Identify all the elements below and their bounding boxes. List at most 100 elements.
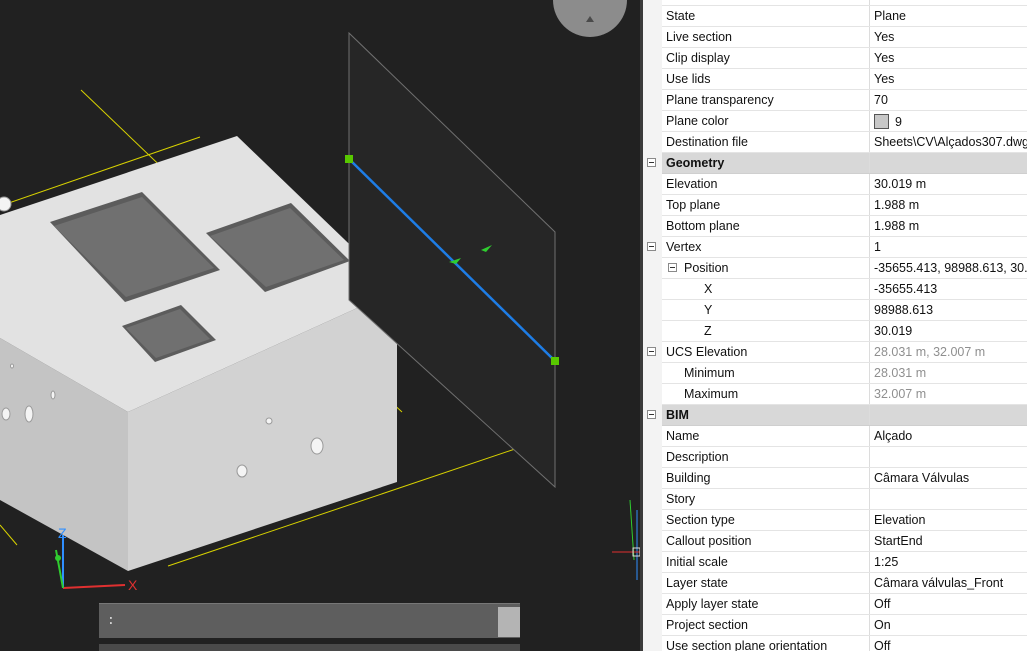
property-value[interactable]: StartEnd — [869, 530, 1027, 552]
property-value[interactable]: 28.031 m — [869, 362, 1027, 384]
property-value[interactable]: 1 — [869, 236, 1027, 258]
property-value[interactable]: Yes — [869, 47, 1027, 69]
property-value[interactable]: On — [869, 614, 1027, 636]
property-row-project-section[interactable]: Project section On — [643, 614, 1027, 636]
property-value-text: 1:25 — [874, 555, 899, 569]
property-row-initial-scale[interactable]: Initial scale 1:25 — [643, 551, 1027, 573]
row-gutter — [643, 425, 662, 447]
property-value[interactable]: 28.031 m, 32.007 m — [869, 341, 1027, 363]
property-row-section-type[interactable]: Section type Elevation — [643, 509, 1027, 531]
property-value-text: Câmara Válvulas — [874, 471, 970, 485]
command-history-bar — [99, 644, 520, 651]
property-row-state[interactable]: State Plane — [643, 5, 1027, 27]
property-value-text: 1 — [874, 240, 881, 254]
property-value[interactable]: Câmara Válvulas — [869, 467, 1027, 489]
property-value[interactable]: -35655.413 — [869, 278, 1027, 300]
property-value[interactable]: 1.988 m — [869, 215, 1027, 237]
property-value[interactable]: Yes — [869, 26, 1027, 48]
grip-end[interactable] — [551, 357, 559, 365]
property-value[interactable]: Alçado — [869, 425, 1027, 447]
property-name: Live section — [662, 26, 870, 48]
property-name: X — [662, 278, 870, 300]
property-value[interactable]: 1.988 m — [869, 194, 1027, 216]
property-value[interactable]: 1:25 — [869, 551, 1027, 573]
category-bim[interactable]: BIM — [643, 404, 1027, 426]
row-gutter — [643, 131, 662, 153]
property-value[interactable] — [869, 446, 1027, 468]
property-name-text: Position — [684, 261, 729, 275]
property-value-text: -35655.413, 98988.613, 30.019 — [874, 261, 1027, 275]
category-geometry[interactable]: Geometry — [643, 152, 1027, 174]
property-row-z[interactable]: Z 30.019 — [643, 320, 1027, 342]
property-value[interactable]: Câmara válvulas_Front — [869, 572, 1027, 594]
property-row-layer-state[interactable]: Layer state Câmara válvulas_Front — [643, 572, 1027, 594]
property-value[interactable]: Plane — [869, 5, 1027, 27]
command-line-scrollbar[interactable] — [498, 607, 520, 637]
property-row-description[interactable]: Description — [643, 446, 1027, 468]
property-value-text: 1.988 m — [874, 198, 920, 212]
property-value[interactable]: Sheets\CV\Alçados307.dwg — [869, 131, 1027, 153]
property-row-top-plane[interactable]: Top plane 1.988 m — [643, 194, 1027, 216]
grip-start[interactable] — [345, 155, 353, 163]
property-row-plane-transparency[interactable]: Plane transparency 70 — [643, 89, 1027, 111]
property-row-apply-layer-state[interactable]: Apply layer state Off — [643, 593, 1027, 615]
property-row-use-section-plane-orientation[interactable]: Use section plane orientation Off — [643, 635, 1027, 651]
property-name-text: X — [704, 282, 713, 296]
property-row-destination-file[interactable]: Destination file Sheets\CV\Alçados307.dwg — [643, 131, 1027, 153]
property-row-name[interactable]: Name Alçado — [643, 425, 1027, 447]
property-row-ucs-elevation[interactable]: UCS Elevation 28.031 m, 32.007 m — [643, 341, 1027, 363]
property-value[interactable]: Yes — [869, 68, 1027, 90]
property-value[interactable]: 70 — [869, 89, 1027, 111]
property-value[interactable] — [869, 488, 1027, 510]
property-value[interactable]: -35655.413, 98988.613, 30.019 — [869, 257, 1027, 279]
model-scene[interactable]: X Z — [0, 0, 640, 651]
property-name-text: Building — [666, 471, 711, 485]
property-row-live-section[interactable]: Live section Yes — [643, 26, 1027, 48]
property-row-building[interactable]: Building Câmara Válvulas — [643, 467, 1027, 489]
property-value[interactable]: 32.007 m — [869, 383, 1027, 405]
collapse-toggle-icon[interactable] — [647, 242, 656, 251]
axis-z-label: Z — [58, 525, 67, 541]
property-name: Apply layer state — [662, 593, 870, 615]
property-row-y[interactable]: Y 98988.613 — [643, 299, 1027, 321]
property-name: Position — [662, 257, 870, 279]
property-value[interactable]: Elevation — [869, 509, 1027, 531]
property-value[interactable]: 9 — [869, 110, 1027, 132]
drawing-viewport[interactable]: X Z : — [0, 0, 640, 651]
property-row-plane-color[interactable]: Plane color 9 — [643, 110, 1027, 132]
property-name-text: Plane color — [666, 114, 729, 128]
property-row-clip-display[interactable]: Clip display Yes — [643, 47, 1027, 69]
property-value[interactable]: 98988.613 — [869, 299, 1027, 321]
property-row-use-lids[interactable]: Use lids Yes — [643, 68, 1027, 90]
collapse-toggle-icon[interactable] — [668, 263, 677, 272]
property-value-text: Sheets\CV\Alçados307.dwg — [874, 135, 1027, 149]
property-value[interactable]: 30.019 m — [869, 173, 1027, 195]
property-value-text: 30.019 — [874, 324, 913, 338]
collapse-toggle-icon[interactable] — [647, 410, 656, 419]
property-row-callout-position[interactable]: Callout position StartEnd — [643, 530, 1027, 552]
property-row-minimum[interactable]: Minimum 28.031 m — [643, 362, 1027, 384]
collapse-toggle-icon[interactable] — [647, 347, 656, 356]
property-value[interactable]: Off — [869, 635, 1027, 651]
property-row-x[interactable]: X -35655.413 — [643, 278, 1027, 300]
property-name: Callout position — [662, 530, 870, 552]
property-value-text: 98988.613 — [874, 303, 934, 317]
color-swatch[interactable] — [874, 113, 889, 129]
property-row-vertex[interactable]: Vertex 1 — [643, 236, 1027, 258]
command-line[interactable]: : — [99, 603, 520, 638]
property-row-bottom-plane[interactable]: Bottom plane 1.988 m — [643, 215, 1027, 237]
collapse-toggle-icon[interactable] — [647, 158, 656, 167]
property-value-text: On — [874, 618, 891, 632]
property-value[interactable]: 30.019 — [869, 320, 1027, 342]
property-name: Layer state — [662, 572, 870, 594]
property-name-text: Use lids — [666, 72, 711, 86]
property-name: Minimum — [662, 362, 870, 384]
property-name-text: Bottom plane — [666, 219, 740, 233]
property-row-elevation[interactable]: Elevation 30.019 m — [643, 173, 1027, 195]
property-row-maximum[interactable]: Maximum 32.007 m — [643, 383, 1027, 405]
edge-gizmo — [612, 499, 640, 580]
property-row-story[interactable]: Story — [643, 488, 1027, 510]
property-value[interactable]: Off — [869, 593, 1027, 615]
property-name: Z — [662, 320, 870, 342]
property-row-position[interactable]: Position -35655.413, 98988.613, 30.019 — [643, 257, 1027, 279]
